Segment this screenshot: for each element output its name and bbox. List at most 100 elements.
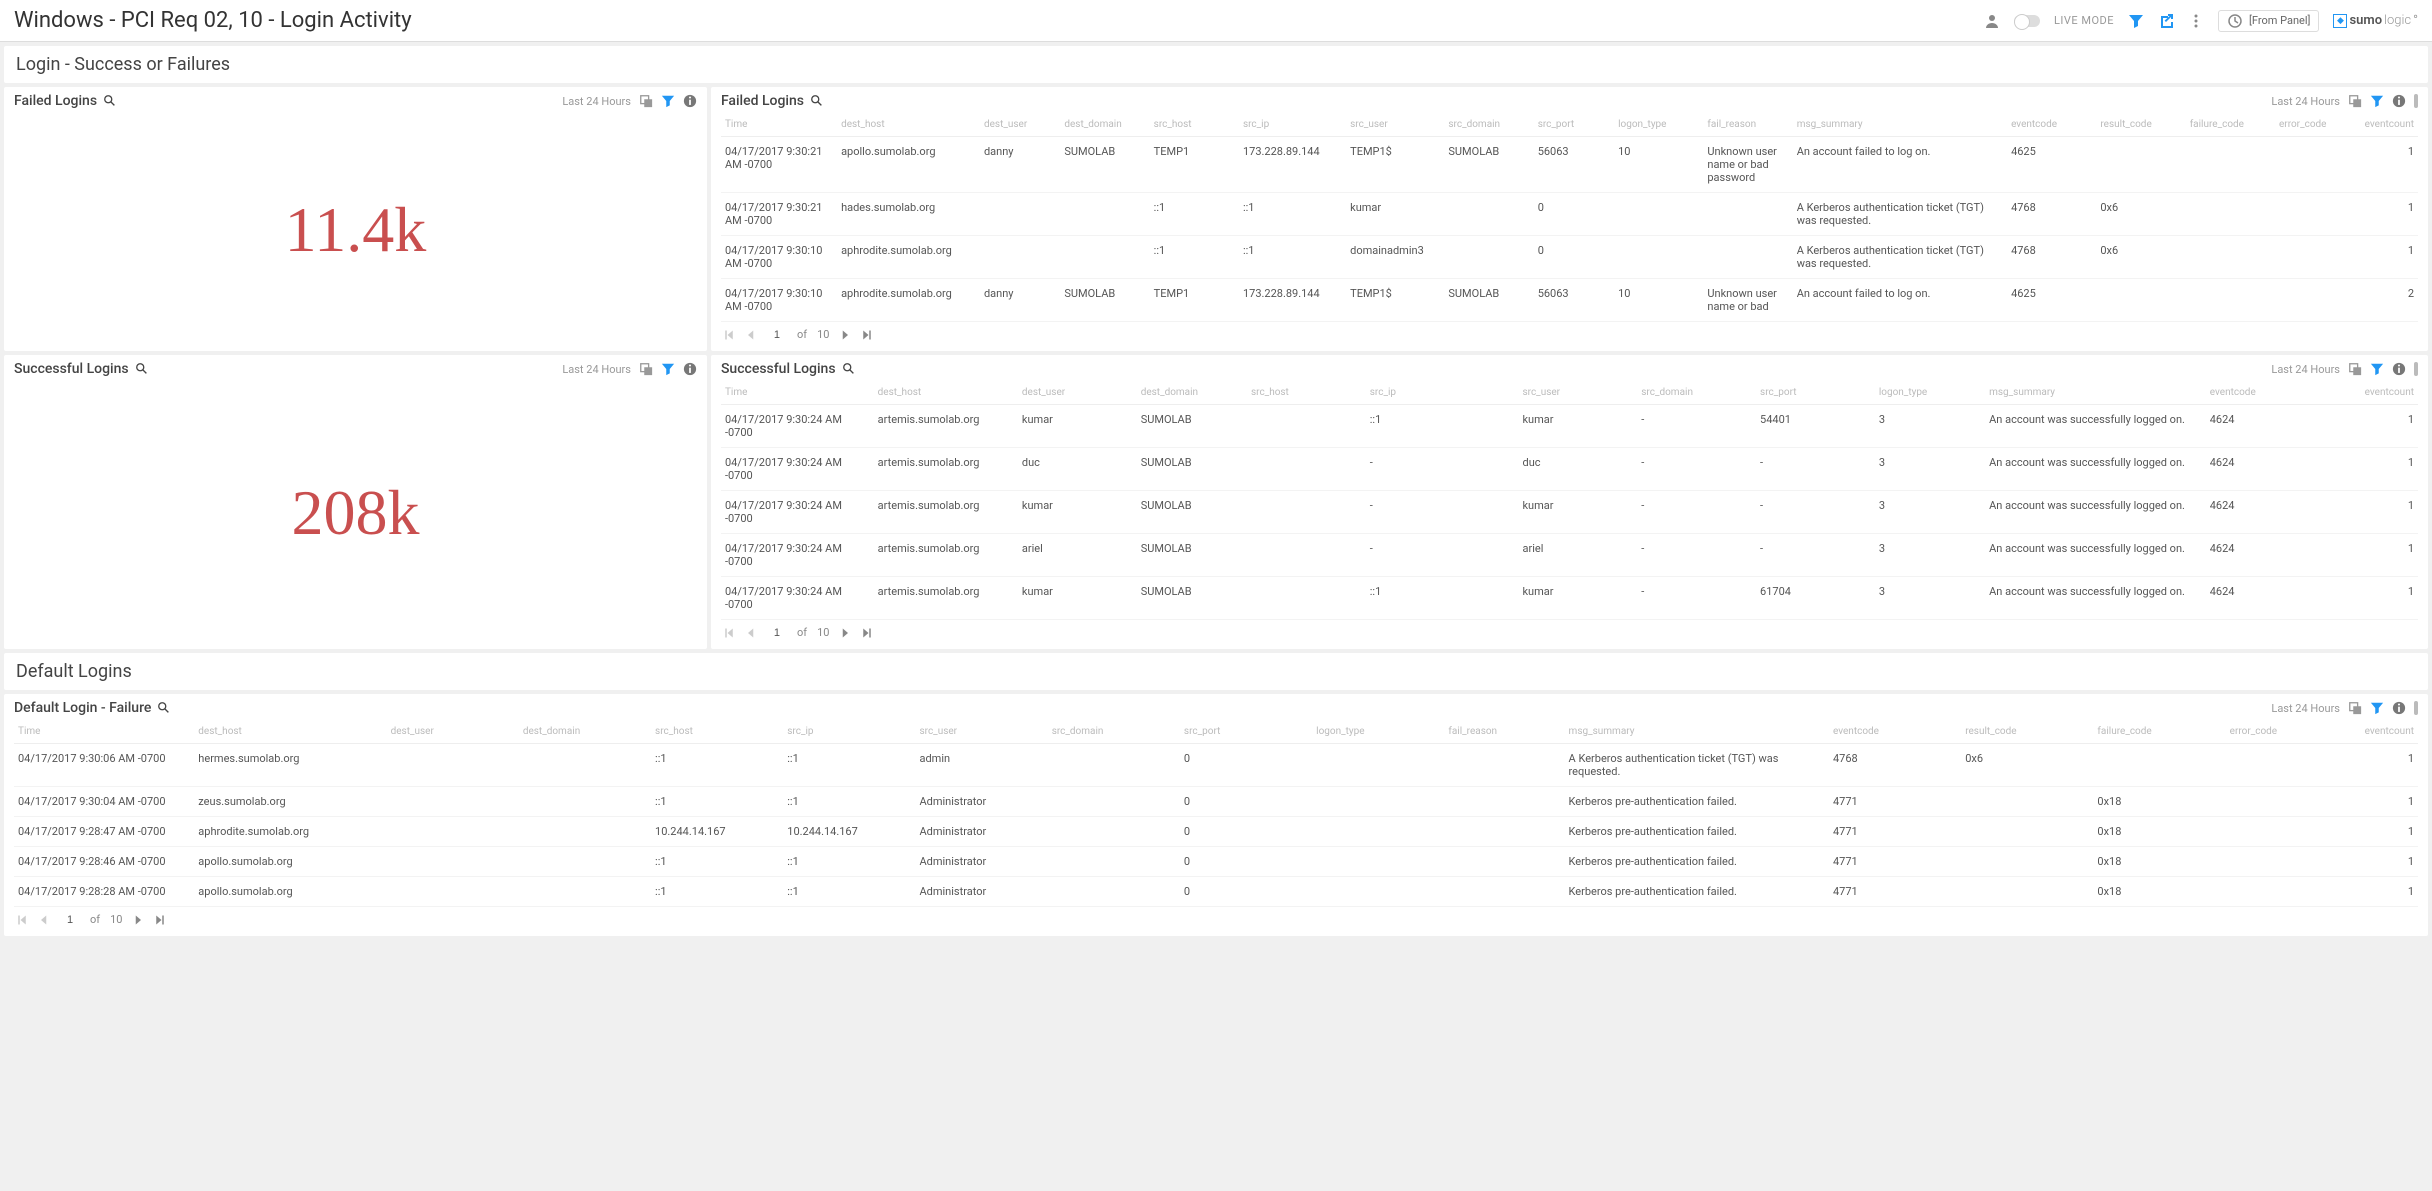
page-prev-button[interactable] — [745, 627, 757, 639]
search-icon[interactable] — [157, 701, 171, 715]
column-header[interactable]: src_host — [1150, 113, 1239, 137]
table-row[interactable]: 04/17/2017 9:30:04 AM -0700zeus.sumolab.… — [14, 787, 2418, 817]
column-header[interactable]: src_port — [1180, 720, 1312, 744]
page-first-button[interactable] — [723, 329, 735, 341]
info-icon[interactable] — [2392, 362, 2406, 376]
table-row[interactable]: 04/17/2017 9:30:24 AM -0700artemis.sumol… — [721, 405, 2418, 448]
column-header[interactable]: src_user — [1518, 381, 1637, 405]
column-header[interactable]: dest_domain — [519, 720, 651, 744]
column-header[interactable]: dest_domain — [1060, 113, 1149, 137]
info-icon[interactable] — [2392, 701, 2406, 715]
column-header[interactable]: src_ip — [1366, 381, 1519, 405]
table-row[interactable]: 04/17/2017 9:30:21 AM -0700apollo.sumola… — [721, 137, 2418, 193]
column-header[interactable]: fail_reason — [1444, 720, 1564, 744]
column-header[interactable]: src_ip — [783, 720, 915, 744]
info-icon[interactable] — [683, 362, 697, 376]
table-row[interactable]: 04/17/2017 9:30:24 AM -0700artemis.sumol… — [721, 534, 2418, 577]
column-header[interactable]: msg_summary — [1565, 720, 1829, 744]
page-first-button[interactable] — [723, 627, 735, 639]
popout-icon[interactable] — [2348, 94, 2362, 108]
search-icon[interactable] — [103, 94, 117, 108]
export-icon[interactable] — [2158, 13, 2174, 29]
column-header[interactable]: dest_host — [874, 381, 1018, 405]
info-icon[interactable] — [2392, 94, 2406, 108]
column-header[interactable]: msg_summary — [1793, 113, 2007, 137]
page-next-button[interactable] — [132, 914, 144, 926]
page-next-button[interactable] — [839, 627, 851, 639]
column-header[interactable]: src_host — [651, 720, 783, 744]
column-header[interactable]: src_ip — [1239, 113, 1346, 137]
column-header[interactable]: result_code — [2096, 113, 2185, 137]
column-header[interactable]: src_domain — [1637, 381, 1756, 405]
filter-icon[interactable] — [2370, 94, 2384, 108]
table-row[interactable]: 04/17/2017 9:28:28 AM -0700apollo.sumola… — [14, 877, 2418, 907]
filter-icon[interactable] — [2370, 362, 2384, 376]
filter-icon[interactable] — [2128, 13, 2144, 29]
time-source-pill[interactable]: [From Panel] — [2218, 10, 2320, 32]
column-header[interactable]: failure_code — [2186, 113, 2275, 137]
column-header[interactable]: error_code — [2275, 113, 2355, 137]
filter-icon[interactable] — [661, 94, 675, 108]
page-input[interactable] — [60, 914, 80, 926]
search-icon[interactable] — [810, 94, 824, 108]
column-header[interactable]: Time — [721, 381, 874, 405]
column-header[interactable]: dest_user — [387, 720, 519, 744]
column-header[interactable]: dest_domain — [1137, 381, 1247, 405]
column-header[interactable]: src_port — [1534, 113, 1614, 137]
popout-icon[interactable] — [639, 362, 653, 376]
column-header[interactable]: src_domain — [1444, 113, 1533, 137]
column-header[interactable]: src_domain — [1048, 720, 1180, 744]
live-mode-toggle[interactable] — [2014, 15, 2040, 27]
column-header[interactable]: src_port — [1756, 381, 1875, 405]
column-header[interactable]: eventcode — [2206, 381, 2325, 405]
table-row[interactable]: 04/17/2017 9:28:47 AM -0700aphrodite.sum… — [14, 817, 2418, 847]
popout-icon[interactable] — [2348, 701, 2362, 715]
scrollbar-indicator[interactable] — [2414, 362, 2418, 376]
column-header[interactable]: logon_type — [1312, 720, 1444, 744]
info-icon[interactable] — [683, 94, 697, 108]
search-icon[interactable] — [135, 362, 149, 376]
column-header[interactable]: dest_host — [194, 720, 386, 744]
column-header[interactable]: Time — [14, 720, 194, 744]
scrollbar-indicator[interactable] — [2414, 94, 2418, 108]
popout-icon[interactable] — [2348, 362, 2362, 376]
column-header[interactable]: src_host — [1247, 381, 1366, 405]
page-prev-button[interactable] — [38, 914, 50, 926]
column-header[interactable]: src_user — [915, 720, 1047, 744]
column-header[interactable]: eventcode — [2007, 113, 2096, 137]
more-icon[interactable] — [2188, 13, 2204, 29]
table-row[interactable]: 04/17/2017 9:30:06 AM -0700hermes.sumola… — [14, 744, 2418, 787]
page-last-button[interactable] — [154, 914, 166, 926]
column-header[interactable]: failure_code — [2093, 720, 2225, 744]
page-input[interactable] — [767, 627, 787, 639]
table-row[interactable]: 04/17/2017 9:30:10 AM -0700aphrodite.sum… — [721, 279, 2418, 322]
page-prev-button[interactable] — [745, 329, 757, 341]
column-header[interactable]: eventcount — [2346, 720, 2418, 744]
column-header[interactable]: Time — [721, 113, 837, 137]
search-icon[interactable] — [842, 362, 856, 376]
table-row[interactable]: 04/17/2017 9:30:21 AM -0700hades.sumolab… — [721, 193, 2418, 236]
column-header[interactable]: eventcount — [2355, 113, 2418, 137]
page-first-button[interactable] — [16, 914, 28, 926]
user-icon[interactable] — [1984, 13, 2000, 29]
column-header[interactable]: logon_type — [1875, 381, 1985, 405]
column-header[interactable]: fail_reason — [1703, 113, 1792, 137]
column-header[interactable]: src_user — [1346, 113, 1444, 137]
table-row[interactable]: 04/17/2017 9:30:10 AM -0700aphrodite.sum… — [721, 236, 2418, 279]
table-row[interactable]: 04/17/2017 9:28:46 AM -0700apollo.sumola… — [14, 847, 2418, 877]
page-last-button[interactable] — [861, 627, 873, 639]
column-header[interactable]: error_code — [2226, 720, 2346, 744]
filter-icon[interactable] — [2370, 701, 2384, 715]
filter-icon[interactable] — [661, 362, 675, 376]
table-row[interactable]: 04/17/2017 9:30:24 AM -0700artemis.sumol… — [721, 491, 2418, 534]
scrollbar-indicator[interactable] — [2414, 701, 2418, 715]
popout-icon[interactable] — [639, 94, 653, 108]
page-input[interactable] — [767, 329, 787, 341]
column-header[interactable]: msg_summary — [1985, 381, 2206, 405]
column-header[interactable]: dest_user — [980, 113, 1060, 137]
column-header[interactable]: eventcode — [1829, 720, 1961, 744]
column-header[interactable]: logon_type — [1614, 113, 1703, 137]
column-header[interactable]: result_code — [1961, 720, 2093, 744]
page-next-button[interactable] — [839, 329, 851, 341]
table-row[interactable]: 04/17/2017 9:30:24 AM -0700artemis.sumol… — [721, 448, 2418, 491]
